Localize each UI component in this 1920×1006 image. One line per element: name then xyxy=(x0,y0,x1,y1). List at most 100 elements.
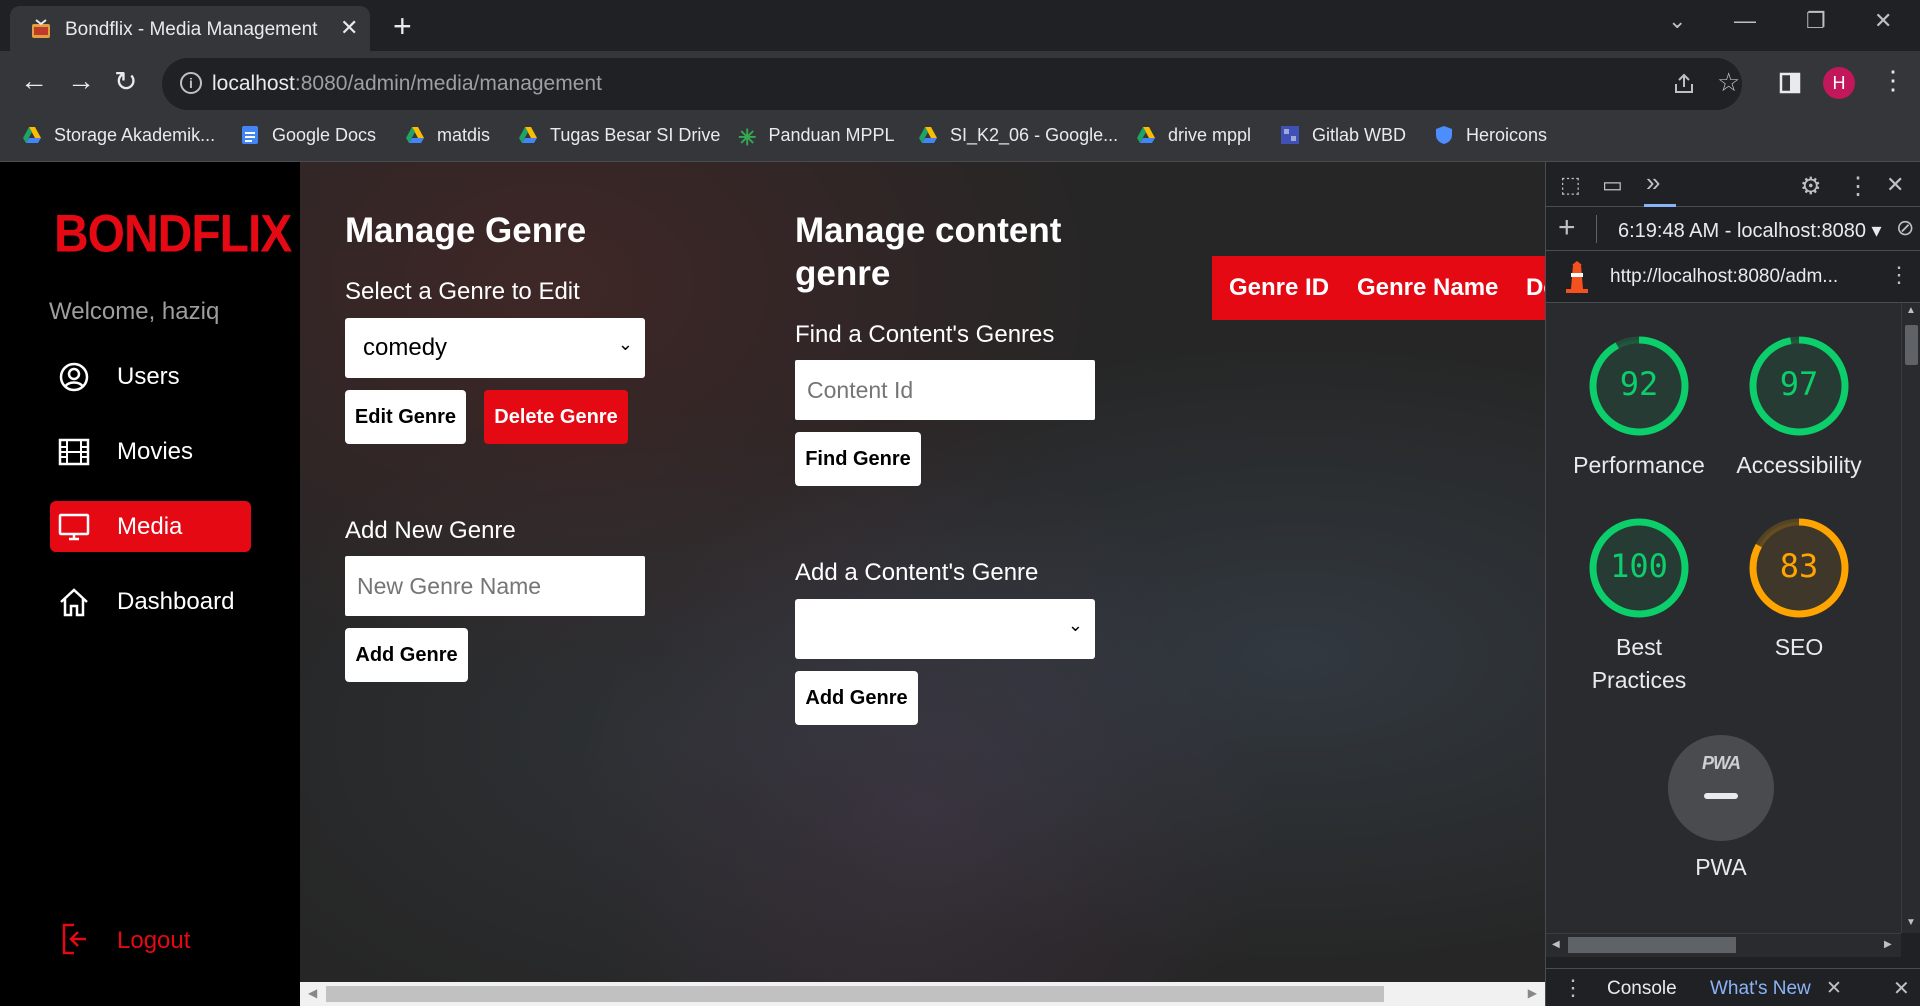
scroll-left-icon[interactable]: ◀ xyxy=(308,986,317,1000)
green-asterisk-icon: ✳ xyxy=(738,125,757,150)
genre-select[interactable]: comedy ⌄ xyxy=(345,318,645,378)
more-tabs-icon[interactable]: » xyxy=(1646,167,1660,198)
page-horizontal-scrollbar[interactable]: ◀ ▶ xyxy=(300,982,1545,1006)
bookmark-star-icon[interactable]: ☆ xyxy=(1717,67,1740,98)
new-tab-button[interactable]: + xyxy=(393,8,412,45)
scrollbar-thumb[interactable] xyxy=(1568,937,1736,953)
bookmark-item[interactable]: matdis xyxy=(405,125,490,146)
bookmark-item[interactable]: Google Docs xyxy=(240,125,376,146)
bookmark-item[interactable]: ✳ Panduan MPPL xyxy=(738,125,895,150)
best-practices-gauge[interactable]: 100 xyxy=(1586,515,1692,621)
inspect-element-icon[interactable]: ⬚ xyxy=(1560,172,1581,198)
scroll-up-icon[interactable]: ▲ xyxy=(1906,305,1916,316)
device-toolbar-icon[interactable]: ▭ xyxy=(1602,172,1623,198)
gitlab-icon xyxy=(1281,126,1299,144)
gauge-score: 83 xyxy=(1779,547,1819,585)
close-tab-icon[interactable]: ✕ xyxy=(1826,977,1842,1000)
tab-close-icon[interactable]: ✕ xyxy=(340,15,358,41)
sidebar-item-label: Media xyxy=(117,513,183,540)
content-id-field[interactable] xyxy=(795,360,1095,420)
sidebar-item-dashboard[interactable]: Dashboard xyxy=(50,576,251,627)
bookmark-item[interactable]: Storage Akademik... xyxy=(22,125,215,146)
scrollbar-thumb[interactable] xyxy=(1905,325,1918,365)
window-close-icon[interactable]: ✕ xyxy=(1874,8,1892,34)
browser-tab[interactable]: Bondflix - Media Management ✕ xyxy=(10,6,370,51)
table-header-genre-id[interactable]: Genre ID xyxy=(1229,274,1329,302)
user-circle-icon xyxy=(59,362,89,392)
minimize-icon[interactable]: — xyxy=(1734,8,1756,34)
divider xyxy=(1596,215,1597,243)
add-genre-label: Add New Genre xyxy=(345,517,516,544)
find-genre-button[interactable]: Find Genre xyxy=(795,432,921,486)
pwa-badge[interactable]: PWA xyxy=(1668,735,1774,841)
devtools-vertical-scrollbar[interactable]: ▲ ▼ xyxy=(1901,303,1920,933)
sidebar: BONDFLIX Welcome, haziq Users Movies Med… xyxy=(0,162,300,1006)
scroll-left-icon[interactable]: ◀ xyxy=(1552,939,1560,950)
performance-gauge[interactable]: 92 xyxy=(1586,333,1692,439)
tab-search-icon[interactable]: ⌄ xyxy=(1668,8,1686,34)
scroll-right-icon[interactable]: ▶ xyxy=(1884,939,1892,950)
scrollbar-thumb[interactable] xyxy=(326,986,1384,1002)
side-panel-icon[interactable] xyxy=(1778,71,1802,95)
close-drawer-icon[interactable]: ✕ xyxy=(1893,976,1910,1001)
url-text[interactable]: localhost:8080/admin/media/management xyxy=(212,72,602,96)
bookmark-item[interactable]: Heroicons xyxy=(1434,125,1547,146)
sidebar-item-media[interactable]: Media xyxy=(50,501,251,552)
tab-console[interactable]: Console xyxy=(1607,978,1677,1000)
share-icon[interactable] xyxy=(1672,72,1696,96)
tab-whats-new[interactable]: What's New xyxy=(1710,978,1811,1000)
accessibility-gauge[interactable]: 97 xyxy=(1746,333,1852,439)
gauge-score: 97 xyxy=(1779,365,1819,403)
gauge-label: SEO xyxy=(1774,634,1824,660)
table-header-description[interactable]: De xyxy=(1526,274,1545,302)
back-icon[interactable]: ← xyxy=(20,65,48,97)
address-bar[interactable]: i localhost:8080/admin/media/management … xyxy=(162,58,1742,110)
site-info-icon[interactable]: i xyxy=(180,72,202,94)
browser-menu-icon[interactable]: ⋮ xyxy=(1880,65,1906,96)
table-header-genre-name[interactable]: Genre Name xyxy=(1357,274,1498,302)
new-report-icon[interactable]: + xyxy=(1558,211,1576,245)
new-genre-name-field[interactable] xyxy=(345,556,645,616)
gauge-score: 92 xyxy=(1619,365,1659,403)
bondflix-logo[interactable]: BONDFLIX xyxy=(54,204,292,265)
chevron-down-icon: ⌄ xyxy=(617,334,633,354)
bookmark-item[interactable]: drive mppl xyxy=(1136,125,1251,146)
lighthouse-icon xyxy=(1566,261,1588,293)
report-url[interactable]: http://localhost:8080/adm... xyxy=(1610,266,1838,288)
devtools-horizontal-scrollbar[interactable]: ◀ ▶ xyxy=(1546,933,1901,957)
scroll-right-icon[interactable]: ▶ xyxy=(1528,986,1537,1000)
edit-genre-button[interactable]: Edit Genre xyxy=(345,390,466,444)
google-drive-icon xyxy=(406,127,424,143)
profile-avatar[interactable]: H xyxy=(1823,67,1855,99)
genre-select-value: comedy xyxy=(363,334,448,361)
genre-table-header: Genre ID Genre Name De xyxy=(1212,256,1545,320)
bookmark-item[interactable]: Tugas Besar SI Drive xyxy=(518,125,720,146)
reload-icon[interactable]: ↻ xyxy=(114,65,137,98)
lighthouse-report-bar: + 6:19:48 AM - localhost:8080 ▾ ⊘ xyxy=(1546,207,1920,251)
clear-reports-icon[interactable]: ⊘ xyxy=(1896,215,1914,241)
devtools-menu-icon[interactable]: ⋮ xyxy=(1846,172,1870,201)
delete-genre-button[interactable]: Delete Genre xyxy=(484,390,628,444)
sidebar-item-movies[interactable]: Movies xyxy=(50,426,251,477)
content-id-input[interactable] xyxy=(795,360,1095,420)
bookmark-item[interactable]: SI_K2_06 - Google... xyxy=(918,125,1118,146)
seo-gauge[interactable]: 83 xyxy=(1746,515,1852,621)
devtools-close-icon[interactable]: ✕ xyxy=(1886,172,1904,198)
report-menu-icon[interactable]: ⋮ xyxy=(1888,262,1910,288)
new-genre-name-input[interactable] xyxy=(345,556,645,616)
settings-gear-icon[interactable]: ⚙ xyxy=(1800,172,1822,201)
content-genre-select[interactable]: ⌄ xyxy=(795,599,1095,659)
bookmark-item[interactable]: Gitlab WBD xyxy=(1280,125,1406,146)
add-genre-button[interactable]: Add Genre xyxy=(345,628,468,682)
restore-icon[interactable]: ❐ xyxy=(1806,8,1826,34)
forward-icon[interactable]: → xyxy=(67,65,95,97)
devtools-panel: ⬚ ▭ » ⚙ ⋮ ✕ + 6:19:48 AM - localhost:808… xyxy=(1545,162,1920,1006)
report-selector[interactable]: 6:19:48 AM - localhost:8080 ▾ xyxy=(1618,218,1882,243)
add-content-genre-button[interactable]: Add Genre xyxy=(795,671,918,725)
scroll-down-icon[interactable]: ▼ xyxy=(1906,917,1916,928)
chevron-down-icon: ⌄ xyxy=(1067,615,1083,635)
google-docs-icon xyxy=(242,126,258,144)
sidebar-item-users[interactable]: Users xyxy=(50,351,251,402)
drawer-menu-icon[interactable]: ⋮ xyxy=(1562,975,1584,1001)
devtools-drawer-tabs: ⋮ Console What's New ✕ ✕ xyxy=(1546,968,1920,1006)
